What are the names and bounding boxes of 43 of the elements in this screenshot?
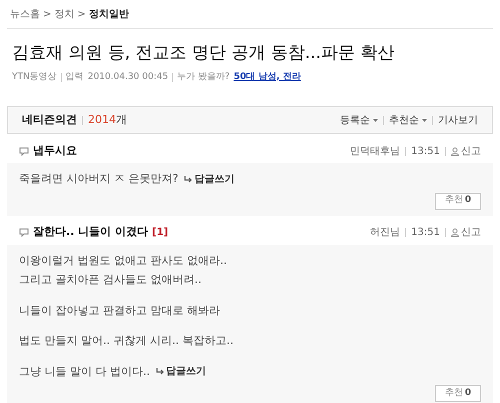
- person-icon: [451, 228, 459, 237]
- headline: 김효재 의원 등, 전교조 명단 공개 동참...파문 확산: [11, 42, 396, 65]
- sort-button[interactable]: 등록순: [340, 112, 378, 128]
- comments-title: 네티즌의견: [22, 112, 77, 128]
- comment-text-line: 법도 만들지 말어.. 귀찮게 시리.. 복잡하고..: [19, 333, 234, 349]
- comment-time: 13:51: [411, 144, 440, 158]
- reply-count: [1]: [152, 226, 168, 240]
- sort-button[interactable]: 추천순: [389, 112, 427, 128]
- comment-text-line: 이왕이럴거 법원도 없애고 판사도 없애라..: [19, 252, 227, 268]
- reply-link[interactable]: 답글쓰기: [156, 364, 206, 380]
- caret-icon: [373, 118, 378, 122]
- comment-title: 잘한다.. 니들이 이겼다: [33, 224, 148, 240]
- date-text: 2010.04.30 00:45: [88, 70, 168, 84]
- comment-text-line: 죽을려면 시아버지 ㅈ 은못만져?: [19, 171, 178, 187]
- recommend-button[interactable]: 추천 0: [435, 385, 481, 402]
- comment-title: 냅두시요: [33, 142, 77, 159]
- speech-bubble-icon: [19, 146, 29, 156]
- comment-author: 허진님: [370, 226, 400, 240]
- sort-button[interactable]: 기사보기: [438, 112, 478, 128]
- comment-time: 13:51: [411, 226, 440, 240]
- breadcrumb-separator: >: [77, 8, 86, 22]
- comment-text-line: 그리고 골치아픈 검사들도 없애버려..: [19, 272, 202, 288]
- date-label: 입력: [66, 70, 84, 84]
- reply-arrow-icon: [184, 176, 192, 183]
- source-label: YTN동영상: [12, 70, 57, 84]
- reply-link[interactable]: 답글쓰기: [184, 172, 234, 187]
- comment-count: 2014개: [88, 112, 127, 128]
- person-icon: [451, 146, 459, 156]
- report-button[interactable]: 신고: [451, 225, 481, 240]
- recommend-button[interactable]: 추천 0: [435, 192, 481, 210]
- reply-arrow-icon: [156, 368, 164, 376]
- breadcrumb-separator: >: [43, 8, 52, 22]
- comment-author: 민덕태후님: [350, 144, 400, 158]
- comment-text-line: 그냥 니들 말이 다 법이다..: [19, 364, 150, 380]
- comment-text-line: 니들이 잡아넣고 판결하고 맘대로 해봐라: [19, 302, 220, 318]
- viewers-label: 누가 봤을까?: [177, 70, 230, 84]
- viewers-link[interactable]: 50대 남성, 전라: [234, 70, 301, 84]
- caret-icon: [422, 118, 427, 122]
- breadcrumb-link[interactable]: 뉴스홈: [10, 7, 40, 22]
- breadcrumb-link[interactable]: 정치일반: [88, 7, 129, 22]
- breadcrumb-link[interactable]: 정치: [54, 7, 74, 22]
- speech-bubble-icon: [19, 228, 29, 237]
- report-button[interactable]: 신고: [451, 144, 481, 158]
